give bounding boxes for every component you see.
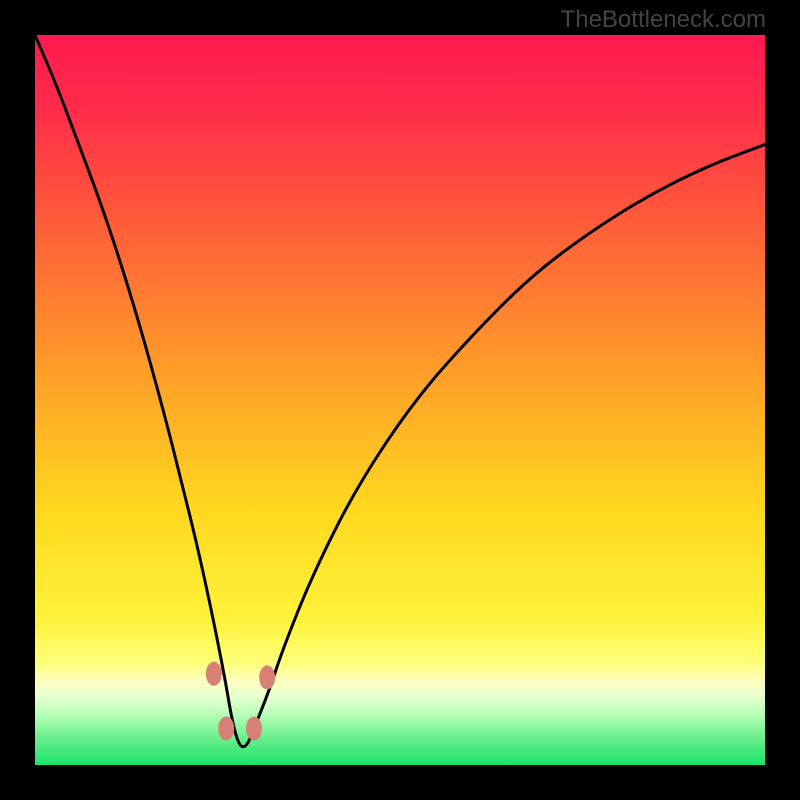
curve-layer: [35, 35, 765, 765]
left-lower-dot: [218, 717, 234, 741]
bottleneck-curve: [35, 35, 765, 747]
watermark-text: TheBottleneck.com: [561, 6, 766, 34]
chart-frame: TheBottleneck.com: [0, 0, 800, 800]
right-upper-dot: [259, 665, 275, 689]
left-upper-dot: [206, 662, 222, 686]
plot-area: [35, 35, 765, 765]
right-lower-dot: [246, 717, 262, 741]
